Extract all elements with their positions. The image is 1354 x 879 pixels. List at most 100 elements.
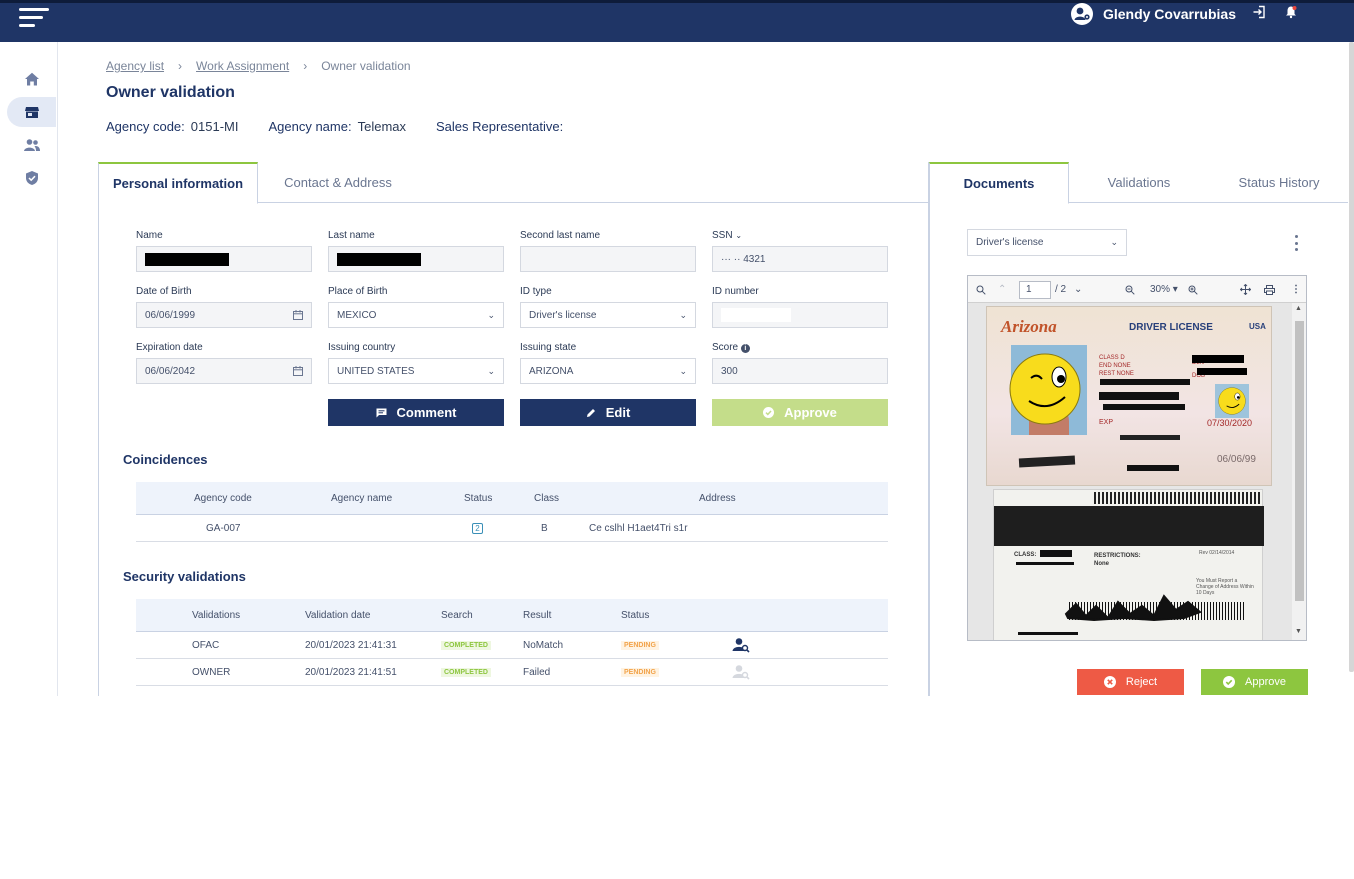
expiration-input[interactable]: 06/06/2042 [136, 358, 312, 384]
search-icon[interactable] [976, 276, 986, 303]
approve-button[interactable]: Approve [1201, 669, 1308, 695]
breadcrumb-current: Owner validation [321, 59, 411, 73]
redacted-scribble [1064, 594, 1202, 622]
user-name[interactable]: Glendy Covarrubias [1103, 6, 1236, 22]
sidebar-item-security[interactable] [7, 163, 56, 193]
score-input[interactable]: 300 [712, 358, 888, 384]
score-label: Score [712, 342, 739, 353]
sidebar-item-home[interactable] [7, 64, 56, 94]
scroll-down-icon[interactable]: ▼ [1295, 628, 1302, 635]
dob-label: Date of Birth [136, 286, 192, 297]
user-search-icon[interactable] [732, 659, 750, 685]
chevron-down-icon: ⌄ [487, 309, 495, 320]
tab-validations[interactable]: Validations [1069, 162, 1209, 203]
cell-result: NoMatch [523, 639, 564, 651]
tab-personal-information[interactable]: Personal information [98, 162, 258, 204]
header-status: Status [621, 609, 650, 621]
zoom-level-select[interactable]: 30% ▾ [1150, 276, 1178, 303]
zoom-out-icon[interactable] [1125, 276, 1135, 303]
issuing-country-select[interactable]: UNITED STATES ⌄ [328, 358, 504, 384]
page-scrollbar[interactable] [1349, 42, 1354, 672]
redacted-name-line [1100, 379, 1190, 385]
page-number-input[interactable]: 1 [1019, 276, 1051, 303]
issuing-state-select[interactable]: ARIZONA ⌄ [520, 358, 696, 384]
card-photo [1009, 345, 1087, 435]
id-number-input[interactable] [712, 302, 888, 328]
cell-status: PENDING [621, 659, 659, 685]
ssn-input[interactable]: ··· ·· 4321 [712, 246, 888, 272]
viewer-scroll-thumb[interactable] [1295, 321, 1304, 601]
info-icon[interactable]: i [740, 344, 750, 353]
viewer-scrollbar[interactable]: ▲ ▼ [1292, 303, 1306, 640]
document-type-select[interactable]: Driver's license ⌄ [967, 229, 1127, 256]
tab-status-history[interactable]: Status History [1209, 162, 1349, 203]
more-options-icon[interactable] [1294, 235, 1298, 251]
redacted-last-name [337, 252, 421, 266]
back-class: CLASS: [1014, 552, 1037, 558]
user-search-icon[interactable] [732, 632, 750, 658]
last-name-field: Last name [328, 230, 504, 272]
card-end: END NONE [1099, 363, 1131, 369]
cell-agency-code: GA-007 [206, 522, 241, 534]
fit-page-icon[interactable] [1240, 276, 1251, 303]
user-avatar-icon[interactable] [1070, 3, 1093, 25]
tab-documents[interactable]: Documents [929, 162, 1069, 204]
sales-representative: Sales Representative: [436, 119, 569, 134]
hamburger-menu-icon[interactable] [19, 6, 51, 30]
barcode [1094, 492, 1262, 504]
issuing-country-label: Issuing country [328, 342, 396, 353]
comment-button[interactable]: Comment [328, 399, 504, 426]
cell-class: B [541, 522, 548, 534]
breadcrumb-agency-list[interactable]: Agency list [106, 59, 164, 73]
redacted-address-line [1099, 392, 1179, 400]
scroll-up-icon[interactable]: ▲ [1295, 305, 1302, 312]
approve-form-button[interactable]: Approve [712, 399, 888, 426]
header-validations: Validations [192, 609, 241, 621]
reject-button[interactable]: Reject [1077, 669, 1184, 695]
last-name-input[interactable] [328, 246, 504, 272]
id-type-select[interactable]: Driver's license ⌄ [520, 302, 696, 328]
header-result: Result [523, 609, 552, 621]
agency-name-value: Telemax [357, 119, 407, 134]
sidebar-item-users[interactable] [7, 130, 56, 160]
print-icon[interactable] [1264, 276, 1275, 303]
cell-date: 20/01/2023 21:41:31 [305, 639, 397, 651]
back-restrictions-value: None [1094, 561, 1109, 567]
name-input[interactable] [136, 246, 312, 272]
expiration-value: 06/06/2042 [145, 365, 196, 377]
back-restrictions: RESTRICTIONS: None [1094, 552, 1141, 568]
comment-button-label: Comment [396, 405, 457, 420]
magnetic-stripe [994, 506, 1264, 546]
tab-contact-address[interactable]: Contact & Address [258, 162, 418, 203]
home-icon [24, 72, 39, 86]
notification-bell-icon[interactable] [1284, 5, 1298, 24]
chevron-down-icon: ⌄ [1110, 237, 1118, 247]
chevron-down-icon[interactable]: ⌄ [735, 231, 742, 240]
previous-page-icon[interactable]: ⌃ [998, 276, 1006, 303]
second-last-name-input[interactable] [520, 246, 696, 272]
redacted-signature [1018, 455, 1076, 468]
shield-icon [25, 171, 38, 185]
score-label-row: Score i [712, 342, 888, 354]
viewer-menu-icon[interactable]: ⋮ [1291, 276, 1301, 303]
zoom-in-icon[interactable] [1188, 276, 1198, 303]
document-type-value: Driver's license [976, 237, 1044, 248]
dob-input[interactable]: 06/06/1999 [136, 302, 312, 328]
table-row[interactable]: GA-007 2 B Ce cslhl H1aet4Tri s1r [136, 515, 888, 542]
right-tabs: Documents Validations Status History [929, 162, 1349, 204]
issuing-country-value: UNITED STATES [337, 365, 415, 377]
id-type-label: ID type [520, 286, 552, 297]
status-count-badge[interactable]: 2 [472, 522, 483, 534]
coincidences-header: Agency code Agency name Status Class Add… [136, 482, 888, 515]
pencil-icon [586, 408, 595, 417]
breadcrumb-work-assignment[interactable]: Work Assignment [196, 59, 289, 73]
redacted-name [145, 252, 229, 266]
sidebar-item-agencies[interactable] [7, 97, 56, 127]
agency-code-label: Agency code: [106, 119, 185, 134]
next-page-icon[interactable]: ⌄ [1074, 276, 1082, 303]
edit-button[interactable]: Edit [520, 399, 696, 426]
pob-select[interactable]: MEXICO ⌄ [328, 302, 504, 328]
user-area: Glendy Covarrubias [1070, 3, 1298, 25]
logout-icon[interactable] [1252, 5, 1266, 24]
redacted-dob [1197, 368, 1247, 375]
